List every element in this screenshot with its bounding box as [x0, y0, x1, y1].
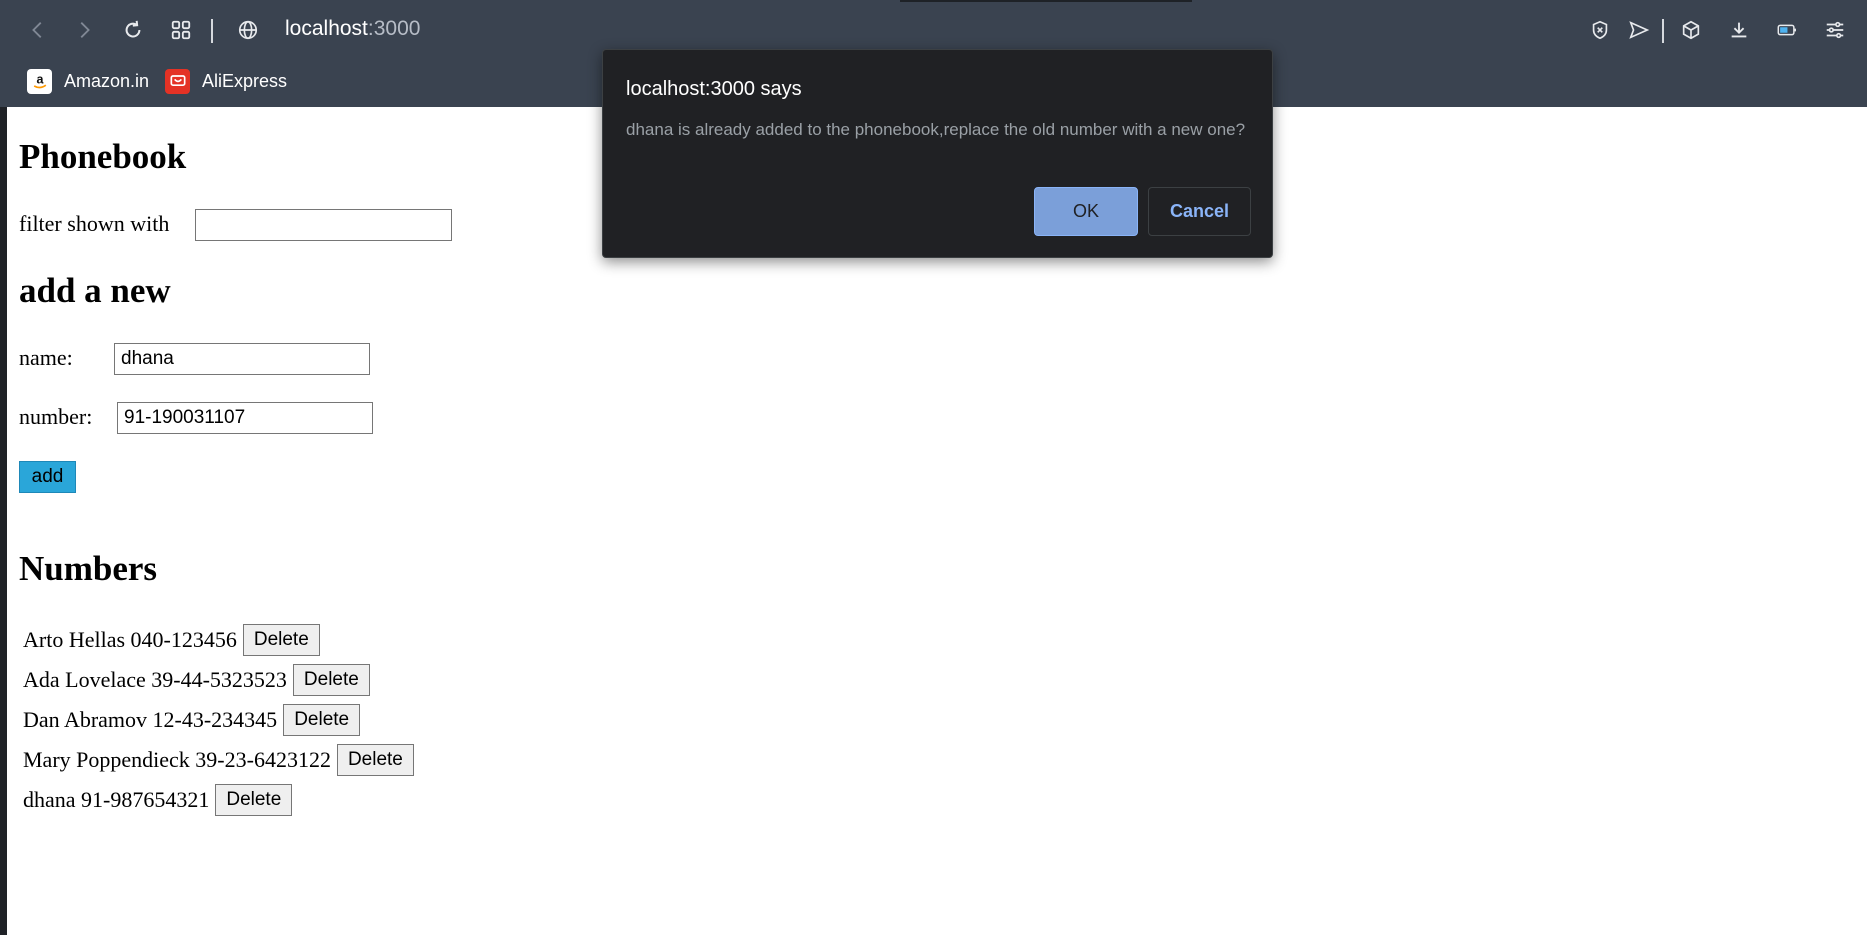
page-title: Phonebook — [19, 137, 187, 176]
person-entry: Ada Lovelace 39-44-5323523 — [23, 667, 287, 692]
send-icon[interactable] — [1623, 14, 1655, 46]
download-icon[interactable] — [1723, 14, 1755, 46]
battery-saver-icon[interactable] — [1771, 14, 1803, 46]
site-info-icon[interactable] — [234, 16, 262, 44]
svg-text:a: a — [36, 73, 44, 87]
person-entry: Arto Hellas 040-123456 — [23, 627, 237, 652]
cancel-button[interactable]: Cancel — [1148, 187, 1251, 236]
numbers-heading: Numbers — [19, 549, 158, 588]
bookmark-label: AliExpress — [202, 70, 288, 91]
bookmark-label: Amazon.in — [64, 70, 150, 91]
forward-icon[interactable] — [68, 14, 100, 46]
person-row: Dan Abramov 12-43-234345 Delete — [23, 703, 361, 737]
reload-icon[interactable] — [117, 14, 149, 46]
shield-icon[interactable] — [1584, 14, 1616, 46]
confirm-dialog: localhost:3000 says dhana is already add… — [602, 49, 1273, 258]
filter-input[interactable] — [195, 209, 452, 241]
dialog-message: dhana is already added to the phonebook,… — [626, 120, 1246, 139]
person-entry: Mary Poppendieck 39-23-6423122 — [23, 747, 331, 772]
window-edge — [0, 107, 7, 935]
delete-button[interactable]: Delete — [292, 664, 370, 696]
person-row: Arto Hellas 040-123456 Delete — [23, 623, 320, 657]
person-row: dhana 91-987654321 Delete — [23, 783, 293, 817]
tab-grid-icon[interactable] — [165, 14, 197, 46]
add-button[interactable]: add — [19, 461, 76, 493]
toolbar-divider-right — [1662, 19, 1664, 43]
number-label: number: — [19, 404, 93, 429]
address-bar[interactable]: localhost:3000 — [285, 17, 420, 41]
toolbar-divider — [211, 19, 213, 43]
add-new-heading: add a new — [19, 271, 171, 310]
name-label: name: — [19, 345, 73, 370]
url-port: :3000 — [367, 17, 421, 40]
delete-button[interactable]: Delete — [215, 784, 293, 816]
person-entry: Dan Abramov 12-43-234345 — [23, 707, 278, 732]
delete-button[interactable]: Delete — [242, 624, 320, 656]
delete-button[interactable]: Delete — [336, 744, 414, 776]
bookmark-amazon[interactable]: a Amazon.in — [27, 66, 149, 96]
amazon-icon: a — [27, 68, 52, 94]
extensions-cube-icon[interactable] — [1675, 14, 1707, 46]
url-host: localhost — [285, 17, 368, 40]
number-input[interactable] — [117, 402, 373, 434]
dialog-title: localhost:3000 says — [626, 78, 802, 100]
delete-button[interactable]: Delete — [283, 704, 361, 736]
filter-label: filter shown with — [19, 211, 170, 236]
settings-sliders-icon[interactable] — [1819, 14, 1851, 46]
aliexpress-icon — [165, 68, 190, 94]
person-row: Ada Lovelace 39-44-5323523 Delete — [23, 663, 370, 697]
name-input[interactable] — [114, 343, 370, 375]
back-icon[interactable] — [22, 14, 54, 46]
person-row: Mary Poppendieck 39-23-6423122 Delete — [23, 743, 414, 777]
ok-button[interactable]: OK — [1034, 187, 1138, 236]
person-entry: dhana 91-987654321 — [23, 787, 210, 812]
bookmark-aliexpress[interactable]: AliExpress — [165, 66, 287, 96]
